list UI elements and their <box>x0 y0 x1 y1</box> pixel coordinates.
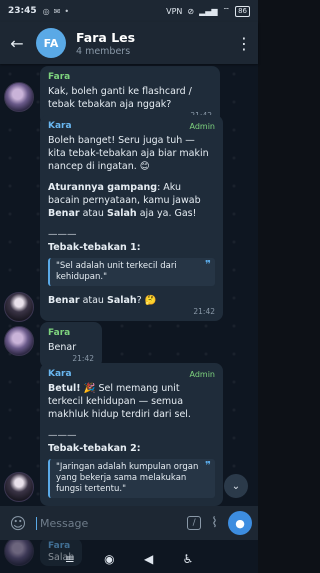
message-text: Boleh banget! Seru juga tuh — kita tebak… <box>48 135 209 172</box>
chat-title: Fara Les <box>76 29 136 45</box>
wifi-icon: ⌔ <box>222 6 231 15</box>
admin-badge: Admin <box>189 122 216 131</box>
more-vertical-icon[interactable]: ⋮ <box>236 34 252 53</box>
signal-icon: ▂▄▆ <box>199 6 218 16</box>
dot-icon: • <box>64 6 70 16</box>
message-time: 21:42 <box>193 307 215 316</box>
back-triangle-icon[interactable]: ◀ <box>144 552 153 566</box>
battery-icon: 86 <box>235 5 250 17</box>
system-nav-bar: ≡ ◉ ◀ ♿ <box>0 545 258 573</box>
message-input-bar: ☺ Message / ⌇ ● <box>0 506 258 540</box>
mute-icon: ⊘ <box>187 6 195 16</box>
avatar[interactable] <box>4 82 34 112</box>
status-right: VPN ⊘ ▂▄▆ ⌔ 86 <box>166 5 250 17</box>
avatar[interactable] <box>4 292 34 322</box>
chat-subtitle: 4 members <box>76 45 131 57</box>
arrow-left-icon[interactable]: ← <box>6 34 28 53</box>
chat-header: ← FA Fara Les 4 members ⋮ <box>0 22 258 64</box>
status-left-icons: ◎ ✉ • <box>43 7 69 16</box>
status-time: 23:45 <box>8 6 37 16</box>
group-avatar[interactable]: FA <box>36 28 66 58</box>
divider-text: ——— <box>48 229 77 240</box>
message-bubble[interactable]: Kara Admin Betul! 🎉 Sel memang unit terk… <box>40 363 223 506</box>
quote-text: "Sel adalah unit terkecil dari kehidupan… <box>56 261 177 282</box>
status-bar: 23:45 ◎ ✉ • VPN ⊘ ▂▄▆ ⌔ 86 <box>0 0 258 22</box>
quote-text: "Jaringan adalah kumpulan organ yang bek… <box>56 462 199 494</box>
message-rules: Aturannya gampang: Aku bacain pernyataan… <box>48 182 201 219</box>
header-titles[interactable]: Fara Les 4 members <box>76 30 135 57</box>
quote-icon: ❞ <box>205 258 211 271</box>
message-text: Betul! 🎉 Sel memang unit terkecil kehidu… <box>48 383 191 420</box>
quiz-question: Benar atau Salah? 🤔 <box>48 295 157 306</box>
whatsapp-icon: ◎ <box>42 6 50 16</box>
slash-command-icon[interactable]: / <box>187 516 202 530</box>
microphone-icon[interactable]: ● <box>228 511 252 535</box>
quote-block: "Sel adalah unit terkecil dari kehidupan… <box>48 258 215 286</box>
admin-badge: Admin <box>189 370 216 379</box>
avatar[interactable] <box>4 472 34 502</box>
message-input[interactable]: Message <box>36 516 187 530</box>
accessibility-icon[interactable]: ♿ <box>183 552 194 566</box>
recents-icon[interactable]: ≡ <box>65 552 75 566</box>
emoji-icon[interactable]: ☺ <box>6 514 30 533</box>
mail-icon: ✉ <box>53 6 61 16</box>
quote-block: "Jaringan adalah kumpulan organ yang bek… <box>48 459 215 498</box>
message-bubble[interactable]: Fara Benar 21:42 <box>40 322 102 368</box>
message-list[interactable]: Fara Kak, boleh ganti ke flashcard / teb… <box>0 64 258 506</box>
home-icon[interactable]: ◉ <box>104 552 114 566</box>
paperclip-icon[interactable]: ⌇ <box>211 515 218 531</box>
message-bubble[interactable]: Kara Admin Boleh banget! Seru juga tuh —… <box>40 115 223 321</box>
avatar[interactable] <box>4 326 34 356</box>
scroll-down-button[interactable]: ⌄ <box>224 474 248 498</box>
message-sender: Fara <box>48 72 71 82</box>
message-sender: Fara <box>48 328 71 338</box>
quiz-heading: Tebak-tebakan 1: <box>48 242 141 253</box>
vpn-label: VPN <box>166 6 183 16</box>
chevron-down-icon: ⌄ <box>231 480 241 492</box>
divider-text: ——— <box>48 430 77 441</box>
quote-icon: ❞ <box>205 459 211 472</box>
quiz-heading: Tebak-tebakan 2: <box>48 443 141 454</box>
message-text: Kak, boleh ganti ke flashcard / tebak te… <box>48 86 192 110</box>
